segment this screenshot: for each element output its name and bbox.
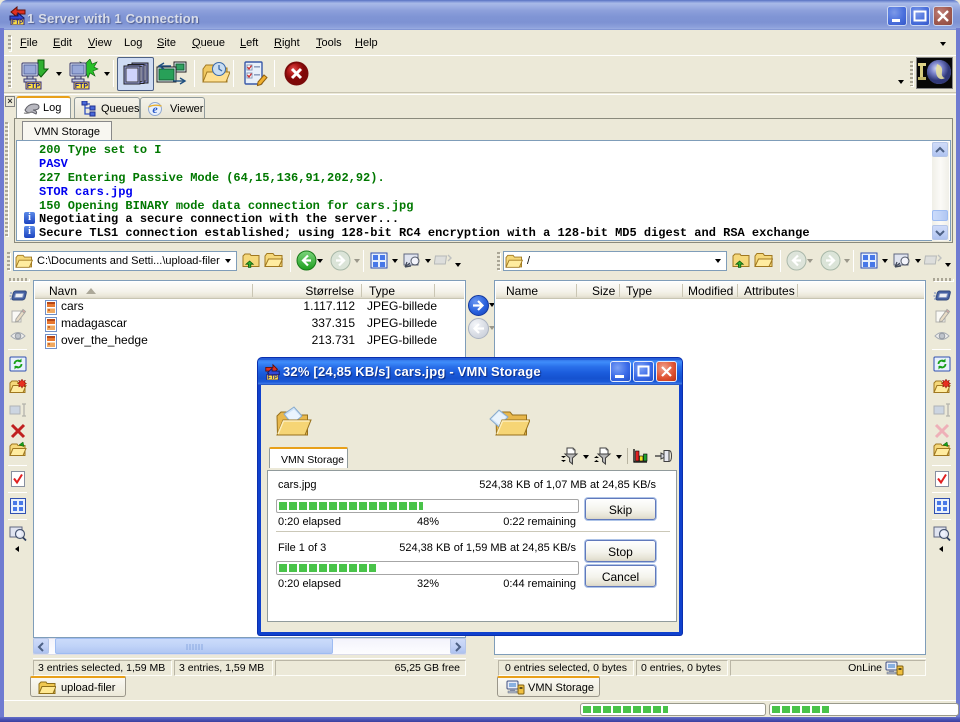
svg-text:FTP: FTP [267,375,278,380]
svg-text:FTP: FTP [27,83,41,90]
svg-text:FTP: FTP [75,83,89,90]
svg-text:FTP: FTP [12,20,23,25]
svg-text:e: e [152,102,158,116]
